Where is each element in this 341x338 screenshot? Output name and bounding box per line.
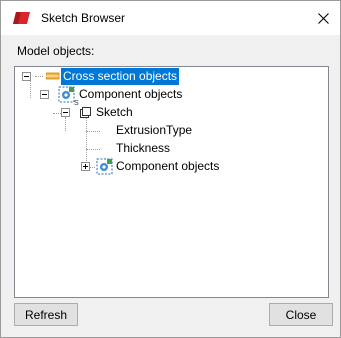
tree-item-label: Thickness (116, 141, 171, 155)
window-title: Sketch Browser (41, 11, 126, 25)
tree-item-component-objects-nested[interactable]: Component objects (18, 158, 318, 175)
tree-item-thickness[interactable]: Thickness (18, 140, 318, 157)
tree-item-extrusion-type[interactable]: ExtrusionType (18, 122, 318, 139)
refresh-button[interactable]: Refresh (14, 303, 78, 326)
component-icon (96, 158, 113, 175)
tree-item-label: ExtrusionType (116, 123, 193, 137)
close-button[interactable]: Close (269, 303, 333, 326)
collapse-icon[interactable] (40, 90, 49, 99)
tree-item-label: Cross section objects (61, 68, 180, 85)
component-icon (58, 86, 75, 103)
tree-item-component-objects[interactable]: Component objects (18, 86, 318, 103)
expand-icon[interactable] (81, 162, 90, 171)
collapse-icon[interactable] (22, 72, 31, 81)
model-objects-label: Model objects: (17, 44, 95, 58)
tree-item-sketch[interactable]: S Sketch (18, 100, 318, 121)
sketch-browser-window: Sketch Browser Model objects: Cross sect… (0, 0, 341, 338)
close-window-icon[interactable] (312, 7, 334, 29)
app-logo-icon (13, 12, 30, 24)
title-bar: Sketch Browser (1, 1, 340, 35)
collapse-icon[interactable] (61, 108, 70, 117)
model-objects-tree[interactable]: Cross section objects Component objects … (14, 66, 329, 298)
sketch-icon (80, 107, 91, 118)
tree-item-cross-section-objects[interactable]: Cross section objects (18, 68, 318, 85)
sketch-badge: S (74, 100, 79, 107)
tree-item-label: Sketch (96, 105, 133, 119)
tree-item-label: Component objects (79, 87, 183, 101)
tree-item-label: Component objects (116, 159, 220, 173)
cross-section-icon (46, 72, 60, 80)
